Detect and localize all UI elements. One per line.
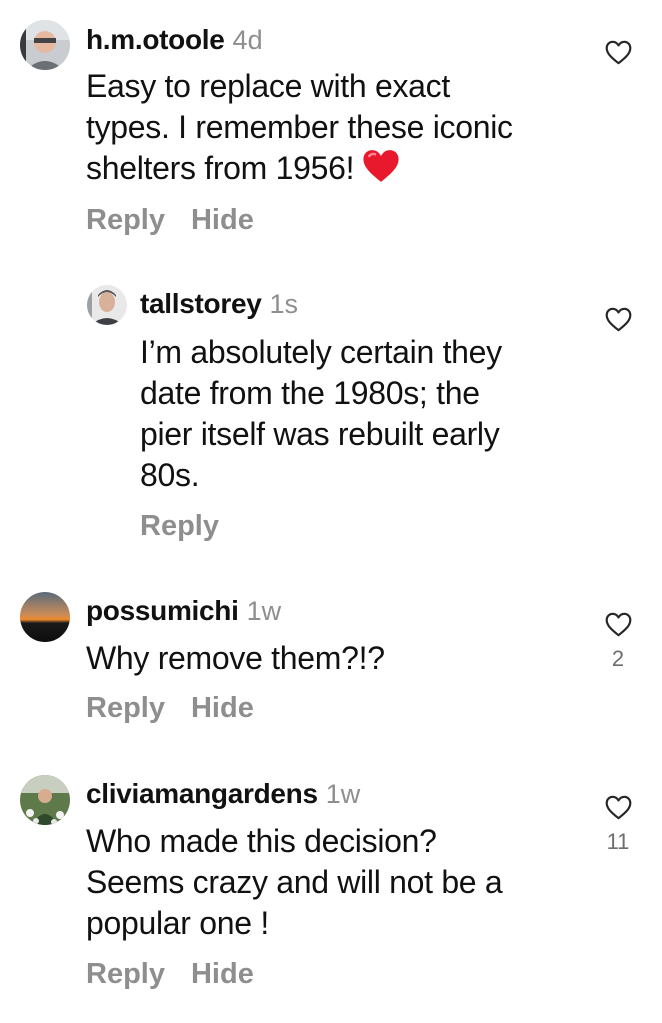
timestamp: 1s — [269, 289, 299, 319]
hide-button[interactable]: Hide — [191, 204, 254, 236]
timestamp: 1w — [246, 596, 282, 626]
comment-line: types. I remember these iconic — [86, 109, 513, 145]
heart-outline-icon — [605, 307, 631, 332]
comment-line: I’m absolutely certain they — [140, 334, 502, 370]
reply-button[interactable]: Reply — [86, 692, 165, 724]
comment-line: shelters from 1956! — [86, 150, 355, 186]
comment-line: Why remove them?!? — [86, 640, 385, 676]
like-button[interactable]: 11 — [603, 795, 633, 855]
username[interactable]: h.m.otoole — [86, 24, 225, 55]
username[interactable]: cliviamangardens — [86, 778, 318, 809]
hide-button[interactable]: Hide — [191, 692, 254, 724]
timestamp: 4d — [232, 25, 263, 55]
comment-line: 80s. — [140, 457, 200, 493]
username[interactable]: tallstorey — [140, 288, 262, 319]
like-button[interactable]: 2 — [603, 612, 633, 672]
comment-text: Easy to replace with exact types. I reme… — [86, 66, 513, 193]
like-count: 2 — [611, 646, 625, 671]
reply-button[interactable]: Reply — [140, 510, 219, 542]
comment-line: Who made this decision? — [86, 823, 437, 859]
avatar-cliviamangardens[interactable] — [20, 775, 70, 825]
comment-line: Seems crazy and will not be a — [86, 864, 503, 900]
comment-line: Easy to replace with exact — [86, 68, 450, 104]
reply-button[interactable]: Reply — [86, 204, 165, 236]
comment-line: popular one ! — [86, 905, 269, 941]
hide-button[interactable]: Hide — [191, 958, 254, 990]
comment-text: Who made this decision? Seems crazy and … — [86, 821, 503, 944]
comment-text: I’m absolutely certain they date from th… — [140, 332, 502, 496]
avatar-hmotoole[interactable] — [20, 20, 70, 70]
red-heart-emoji-icon — [362, 149, 400, 193]
comment-text: Why remove them?!? — [86, 638, 385, 679]
reply-button[interactable]: Reply — [86, 958, 165, 990]
comment-line: pier itself was rebuilt early — [140, 416, 500, 452]
like-button[interactable] — [603, 40, 633, 74]
timestamp: 1w — [325, 779, 361, 809]
heart-outline-icon — [605, 40, 631, 65]
heart-outline-icon — [605, 612, 631, 637]
comment-line: date from the 1980s; the — [140, 375, 480, 411]
avatar-possumichi[interactable] — [20, 592, 70, 642]
like-button[interactable] — [603, 307, 633, 341]
like-count: 11 — [606, 829, 630, 854]
username[interactable]: possumichi — [86, 595, 239, 626]
avatar-tallstorey[interactable] — [87, 285, 127, 325]
heart-outline-icon — [605, 795, 631, 820]
